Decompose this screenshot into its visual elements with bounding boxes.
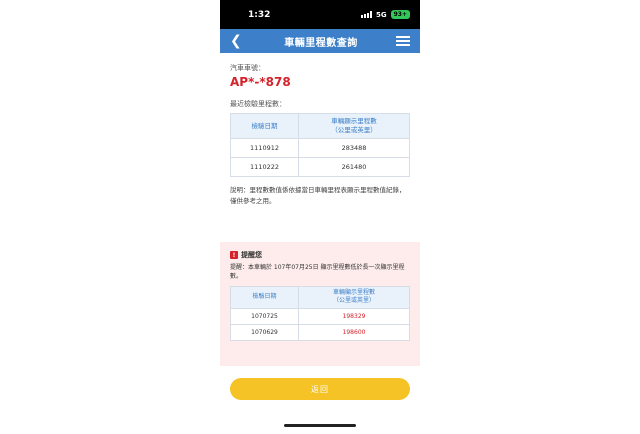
- nav-bar: ❮ 車輛里程數查詢: [220, 29, 420, 53]
- table-row: 1110912 283488: [229, 138, 410, 159]
- explanation-note: 說明：里程數數值係依據當日車輛里程表顯示里程數值紀錄，僅供參考之用。: [230, 186, 406, 205]
- status-indicators: 5G 93+: [360, 10, 410, 19]
- table-row: 1110222 261480: [229, 157, 410, 178]
- row-date: 1110222: [229, 157, 300, 178]
- hamburger-menu-icon[interactable]: [396, 36, 410, 46]
- table-row: 1070725 198329: [229, 307, 410, 325]
- page-title: 車輛里程數查詢: [284, 37, 358, 49]
- home-indicator[interactable]: [284, 424, 356, 427]
- row-mileage: 198600: [298, 323, 410, 341]
- row-date: 1110912: [229, 138, 300, 159]
- signal-icon: [360, 11, 372, 18]
- table-row: 1070629 198600: [229, 323, 410, 341]
- alert-header: ! 提醒您: [230, 250, 410, 260]
- header-date: 檢驗日期: [229, 112, 300, 140]
- alert-box: ! 提醒您 提醒：本車輛於 107年07月25日 顯示里程數低於長一次顯示里程數…: [220, 242, 420, 366]
- exclamation-icon: !: [230, 251, 238, 259]
- alert-mileage-table: 檢驗日期 車輛顯示里程數 （公里或英里） 1070725 198329 1070…: [229, 286, 410, 341]
- recent-mileage-label: 最近檢驗里程數：: [230, 100, 286, 108]
- recent-mileage-table: 檢驗日期 車輛顯示里程數 （公里或英里） 1110912 283488 1110…: [229, 112, 410, 178]
- status-time: 1:32: [248, 9, 271, 20]
- return-button[interactable]: 返回: [230, 378, 410, 400]
- vehicle-label: 汽車車號：: [230, 64, 265, 72]
- row-date: 1070629: [229, 323, 300, 341]
- header-date: 檢驗日期: [229, 286, 300, 309]
- header-mileage: 車輛顯示里程數 （公里或英里）: [298, 112, 410, 140]
- status-bar: 1:32 5G 93+: [220, 0, 420, 29]
- alert-text: 提醒：本車輛於 107年07月25日 顯示里程數低於長一次顯示里程數。: [230, 264, 405, 280]
- row-date: 1070725: [229, 307, 300, 325]
- main-content: 汽車車號： AP*-*878 最近檢驗里程數： 檢驗日期 車輛顯示里程數 （公里…: [220, 53, 420, 206]
- battery-icon: 93+: [390, 10, 410, 19]
- row-mileage: 261480: [298, 157, 410, 178]
- row-mileage: 198329: [298, 307, 410, 325]
- alert-title: 提醒您: [241, 251, 262, 259]
- phone-screen: 1:32 5G 93+ ❮ 車輛里程數查詢 汽車車號： AP*-*878 最近檢…: [220, 0, 420, 434]
- network-label: 5G: [375, 10, 387, 19]
- vehicle-plate: AP*-*878: [230, 75, 291, 89]
- row-mileage: 283488: [298, 138, 410, 159]
- header-mileage: 車輛顯示里程數 （公里或英里）: [298, 286, 410, 309]
- back-chevron-icon[interactable]: ❮: [230, 33, 246, 49]
